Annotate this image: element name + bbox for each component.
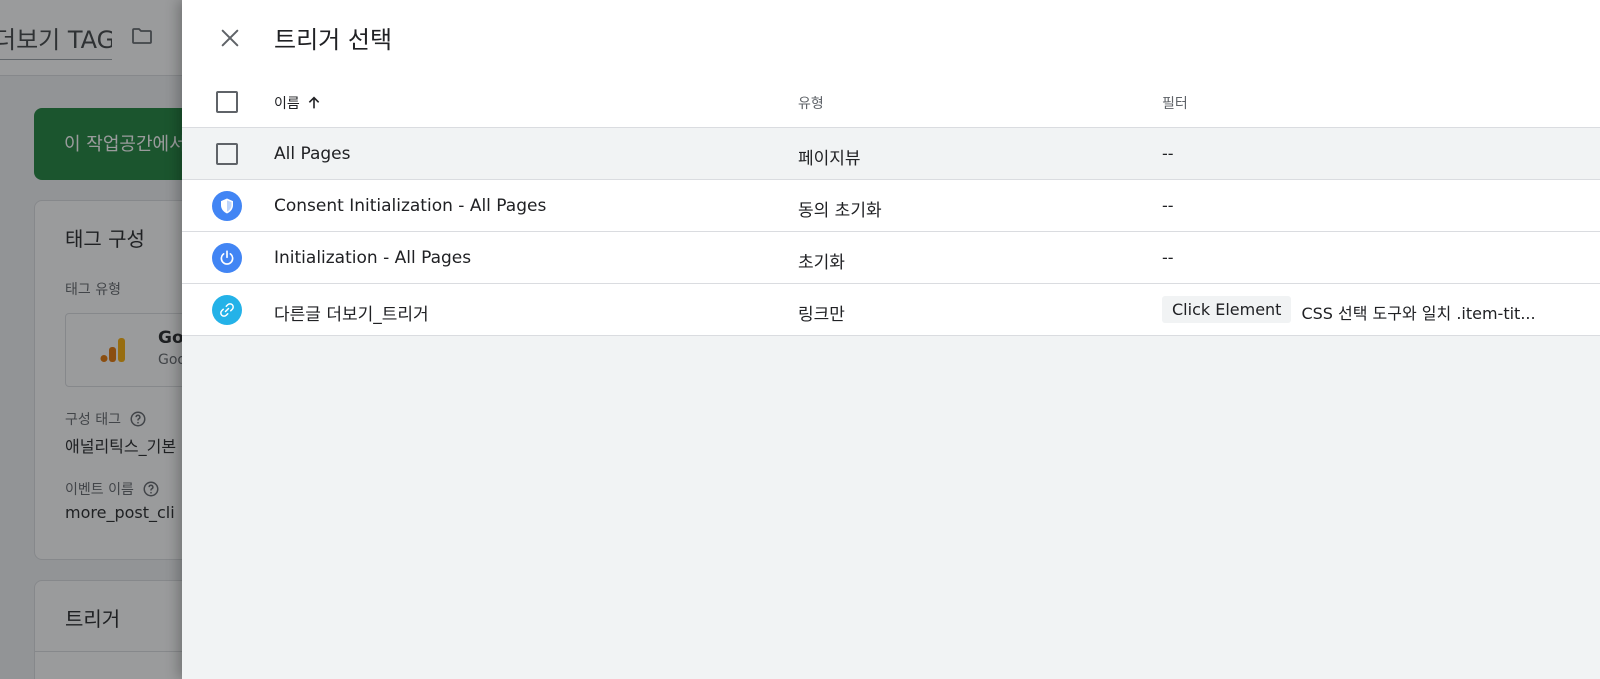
- trigger-type: 페이지뷰: [798, 149, 861, 169]
- filter-value: --: [1162, 144, 1174, 163]
- column-header-name-label: 이름: [274, 96, 300, 112]
- sort-ascending-icon: [308, 96, 319, 109]
- trigger-type: 초기화: [798, 253, 845, 273]
- row-checkbox[interactable]: [216, 143, 238, 165]
- table-header: 이름 유형 필터: [182, 76, 1600, 128]
- table-row[interactable]: Consent Initialization - All Pages 동의 초기…: [182, 180, 1600, 232]
- row-icon-cell: [212, 243, 242, 273]
- filter-value: --: [1162, 248, 1174, 267]
- close-icon: [221, 29, 239, 47]
- table-row[interactable]: Initialization - All Pages 초기화 --: [182, 232, 1600, 284]
- close-button[interactable]: [214, 22, 246, 54]
- trigger-filter: --: [1162, 248, 1174, 267]
- trigger-name: Consent Initialization - All Pages: [274, 196, 547, 216]
- trigger-name: All Pages: [274, 144, 351, 164]
- table-row[interactable]: All Pages 페이지뷰 --: [182, 128, 1600, 180]
- table-row[interactable]: 다른글 더보기_트리거 링크만 Click Element CSS 선택 도구와…: [182, 284, 1600, 336]
- column-header-filter: 필터: [1162, 96, 1188, 112]
- trigger-table: 이름 유형 필터 All Pages 페이지뷰 -- Consent Initi…: [182, 76, 1600, 336]
- select-all-checkbox[interactable]: [216, 91, 238, 113]
- trigger-filter: --: [1162, 196, 1174, 215]
- trigger-filter: Click Element CSS 선택 도구와 일치 .item-tit...: [1162, 296, 1536, 324]
- row-icon-cell: [212, 295, 242, 325]
- trigger-type: 동의 초기화: [798, 201, 882, 221]
- trigger-select-drawer: 트리거 선택 이름 유형 필터 All Pages 페이지뷰 -- Consen…: [182, 0, 1600, 679]
- trigger-name: Initialization - All Pages: [274, 248, 472, 268]
- drawer-header: 트리거 선택: [182, 0, 1600, 76]
- trigger-name: 다른글 더보기_트리거: [274, 305, 429, 325]
- column-header-name[interactable]: 이름: [274, 93, 322, 113]
- row-select-cell: [212, 139, 242, 169]
- trigger-filter: --: [1162, 144, 1174, 163]
- row-icon-cell: [212, 191, 242, 221]
- shield-icon: [212, 191, 242, 221]
- column-header-type: 유형: [798, 96, 824, 112]
- select-all-cell: [212, 87, 242, 117]
- filter-variable-chip: Click Element: [1162, 296, 1292, 323]
- trigger-type: 링크만: [798, 305, 845, 325]
- filter-value: --: [1162, 196, 1174, 215]
- power-icon: [212, 243, 242, 273]
- link-icon: [212, 295, 242, 325]
- filter-condition: CSS 선택 도구와 일치 .item-tit...: [1301, 304, 1536, 323]
- drawer-title: 트리거 선택: [274, 26, 393, 54]
